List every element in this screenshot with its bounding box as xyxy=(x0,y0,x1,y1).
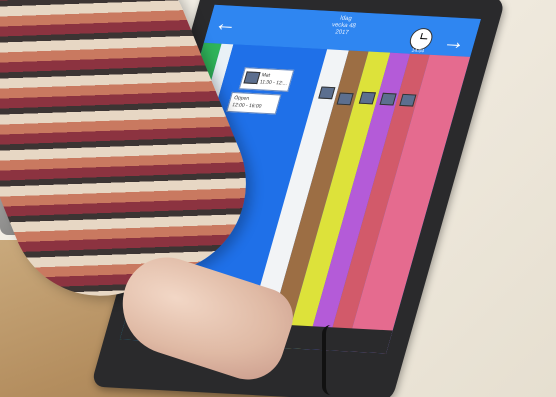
card-title: Mat xyxy=(260,72,271,79)
card-time: 11:30 - 12:... xyxy=(258,79,288,87)
date-title: Idag vecka 48 2017 xyxy=(286,13,400,40)
power-cable xyxy=(322,325,340,395)
activity-card[interactable]: Öppen 12:00 - 16:00 xyxy=(226,91,282,115)
activity-card[interactable]: Mat 11:30 - 12:... xyxy=(238,67,295,92)
photo-scene: ← Idag vecka 48 2017 14:04 → Mat 11:30 -… xyxy=(0,0,556,397)
card-time: 12:00 - 16:00 xyxy=(231,102,263,110)
card-title: Öppen xyxy=(233,95,250,102)
meal-picture-icon xyxy=(243,71,261,85)
forward-arrow-icon[interactable]: → xyxy=(437,27,473,56)
back-arrow-icon[interactable]: ← xyxy=(208,9,244,38)
